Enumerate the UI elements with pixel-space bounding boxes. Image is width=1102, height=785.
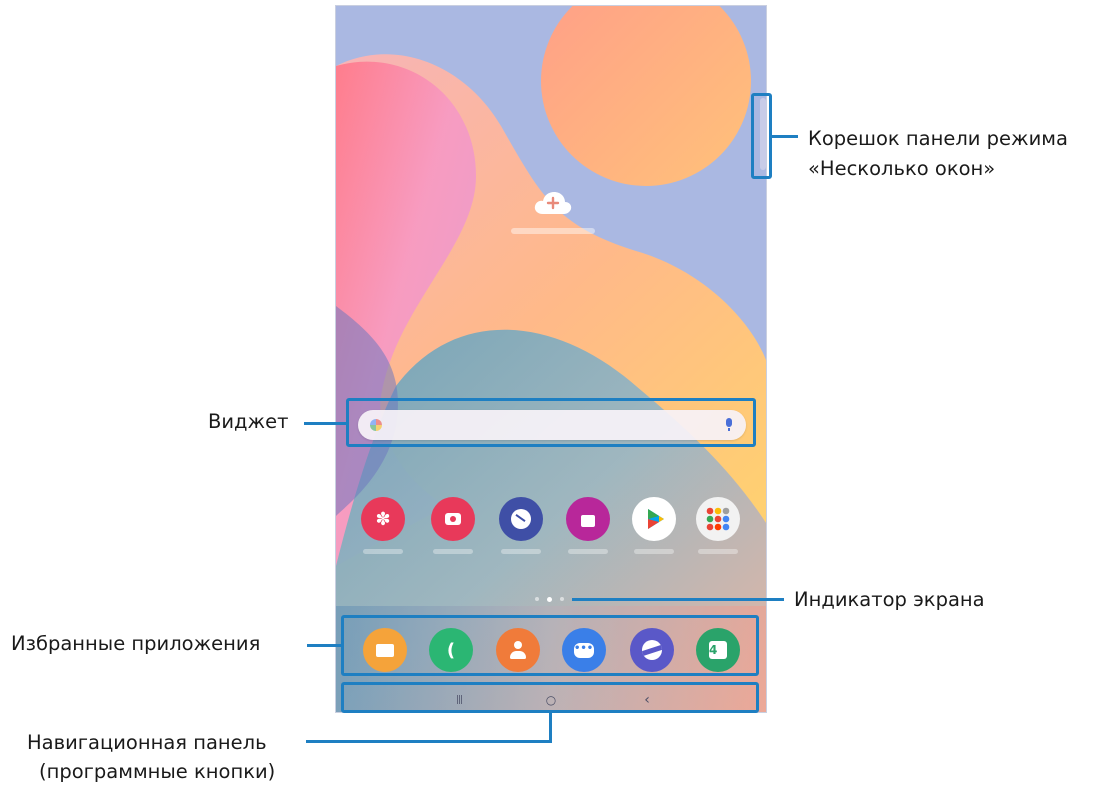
- screen-indicator-callout-line: [572, 598, 784, 601]
- widget-frame: [346, 398, 756, 447]
- screen-indicator-label: Индикатор экрана: [794, 588, 985, 611]
- multi-window-handle-frame: [751, 93, 772, 179]
- widget-callout-line: [304, 422, 346, 425]
- app-label-placeholder: [501, 549, 541, 554]
- multi-window-callout-line: [772, 135, 798, 138]
- app-label-placeholder: [634, 549, 674, 554]
- widget-label: Виджет: [208, 410, 289, 433]
- google-folder-icon[interactable]: [696, 497, 740, 541]
- app-label-placeholder: [698, 549, 738, 554]
- favorites-callout-line: [307, 644, 341, 647]
- clock-icon[interactable]: [499, 497, 543, 541]
- favorites-frame: [341, 615, 759, 676]
- apps-row: ✽: [336, 497, 766, 567]
- multi-window-handle-label-line2: «Несколько окон»: [808, 157, 996, 180]
- tablet-home-screen: ✽ (••• 4 ||| ○ ‹: [335, 5, 767, 713]
- cloud-caption-placeholder: [511, 228, 595, 234]
- app-label-placeholder: [568, 549, 608, 554]
- cloud-add-icon[interactable]: [533, 190, 573, 216]
- favorites-label: Избранные приложения: [11, 632, 261, 655]
- page-dot[interactable]: [535, 597, 539, 601]
- app-label-placeholder: [363, 549, 403, 554]
- wallpaper: [336, 6, 766, 712]
- navigation-callout-line-vertical: [549, 713, 552, 742]
- gallery-icon[interactable]: ✽: [361, 497, 405, 541]
- play-store-icon[interactable]: [632, 497, 676, 541]
- navigation-bar-label-line2: (программные кнопки): [39, 760, 276, 783]
- galaxy-store-icon[interactable]: [566, 497, 610, 541]
- navigation-callout-line-horizontal: [306, 740, 552, 743]
- multi-window-handle-label-line1: Корешок панели режима: [808, 127, 1068, 150]
- app-label-placeholder: [433, 549, 473, 554]
- page-dot[interactable]: [560, 597, 564, 601]
- navigation-bar-label-line1: Навигационная панель: [27, 731, 267, 754]
- page-dot-active[interactable]: [547, 596, 552, 602]
- camera-icon[interactable]: [431, 497, 475, 541]
- navigation-bar-frame: [341, 682, 759, 713]
